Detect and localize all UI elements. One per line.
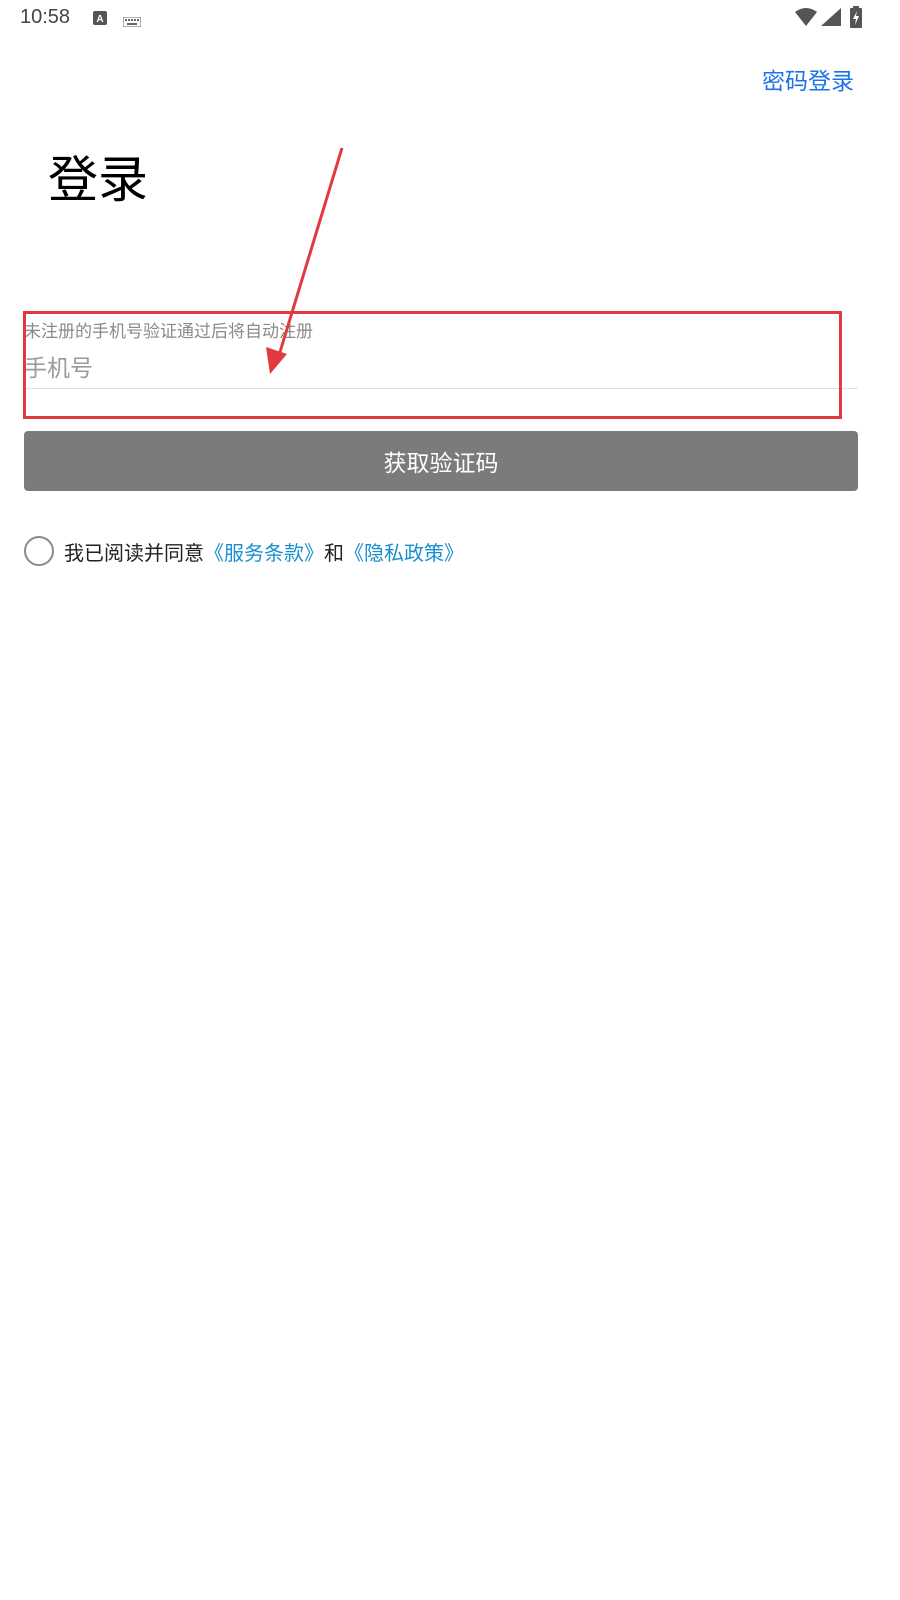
status-bar: 10:58 A <box>0 0 900 38</box>
agreement-radio[interactable] <box>24 536 54 566</box>
privacy-policy-link[interactable]: 《隐私政策》 <box>344 537 464 566</box>
signal-icon <box>821 8 841 30</box>
a-notification-icon: A <box>93 10 107 29</box>
password-login-link[interactable]: 密码登录 <box>762 62 854 96</box>
page-title: 登录 <box>48 151 148 209</box>
keyboard-icon <box>122 12 142 31</box>
text-cursor <box>24 352 26 382</box>
get-verification-code-button[interactable]: 获取验证码 <box>24 431 858 491</box>
battery-charging-icon <box>850 6 862 32</box>
status-time: 10:58 <box>20 6 71 28</box>
agreement-conjunction: 和 <box>324 540 344 565</box>
agreement-row: 我已阅读并同意 《服务条款》 和 《隐私政策》 <box>24 535 464 567</box>
wifi-icon <box>795 8 817 30</box>
annotation-arrow <box>266 147 344 374</box>
phone-field-hint: 未注册的手机号验证通过后将自动注册 <box>24 322 313 342</box>
agreement-prefix: 我已阅读并同意 <box>64 540 204 565</box>
phone-input[interactable] <box>24 350 858 389</box>
login-screen: 10:58 A 密码登录 登录 未注册的手机号验证通过后将自动注册 获取验证码 … <box>0 0 900 1600</box>
terms-of-service-link[interactable]: 《服务条款》 <box>204 537 324 566</box>
svg-text:A: A <box>96 14 103 25</box>
